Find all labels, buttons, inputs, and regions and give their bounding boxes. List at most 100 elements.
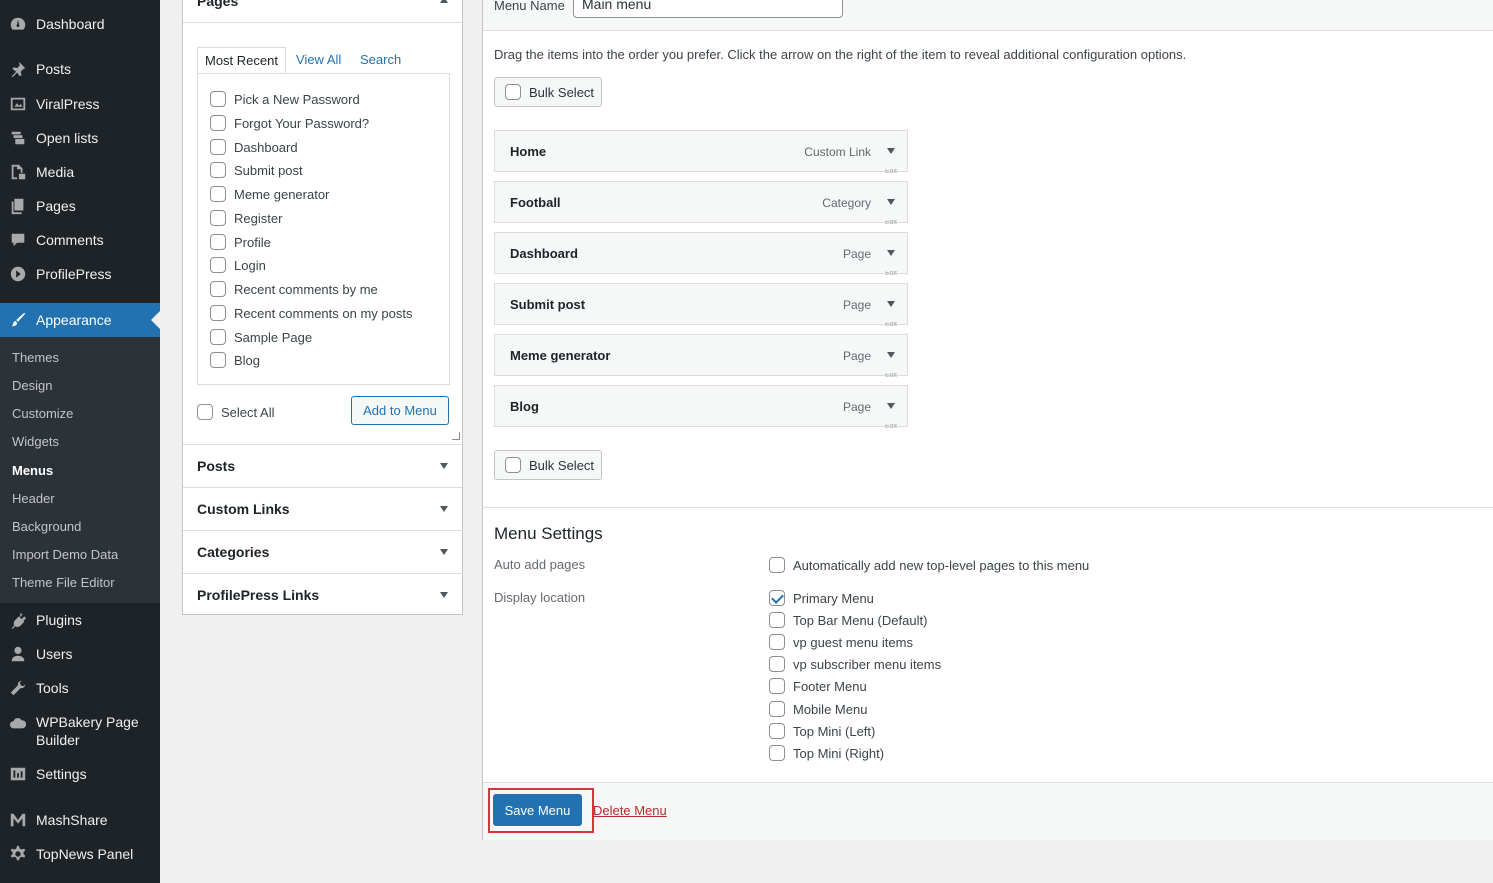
chevron-down-icon[interactable] (887, 352, 895, 358)
tab-most-recent[interactable]: Most Recent (197, 47, 286, 74)
submenu-item-widgets[interactable]: Widgets (12, 434, 59, 449)
sidebar-item-pages[interactable]: Pages (0, 196, 160, 216)
submenu-item-themes[interactable]: Themes (12, 350, 59, 365)
page-checkbox[interactable] (210, 162, 226, 178)
location-mobile-menu[interactable]: Mobile Menu (769, 701, 867, 717)
sidebar-item-mashshare[interactable]: MashShare (0, 810, 160, 830)
chevron-down-icon[interactable] (887, 301, 895, 307)
location-checkbox[interactable] (769, 723, 785, 739)
sidebar-item-profilepress[interactable]: ProfilePress (0, 264, 160, 284)
resize-handle-icon[interactable] (452, 432, 460, 440)
submenu-item-design[interactable]: Design (12, 378, 52, 393)
location-checkbox[interactable] (769, 701, 785, 717)
page-checkbox[interactable] (210, 305, 226, 321)
chevron-down-icon[interactable] (887, 250, 895, 256)
chevron-down-icon[interactable] (887, 148, 895, 154)
location-top-mini-left[interactable]: Top Mini (Left) (769, 723, 875, 739)
location-vp-subscriber-menu[interactable]: vp subscriber menu items (769, 656, 941, 672)
collapse-arrow-icon[interactable] (440, 0, 448, 3)
chevron-down-icon[interactable] (887, 199, 895, 205)
page-checkbox[interactable] (210, 257, 226, 273)
page-checkbox[interactable] (210, 281, 226, 297)
page-checkbox[interactable] (210, 186, 226, 202)
bulk-select-checkbox[interactable] (505, 84, 521, 100)
list-item[interactable]: Recent comments by me (210, 281, 378, 297)
list-item[interactable]: Login (210, 257, 266, 273)
sidebar-item-wpbakery[interactable]: WPBakery Page Builder (0, 713, 160, 751)
sidebar-item-posts[interactable]: Posts (0, 59, 160, 79)
submenu-item-menus[interactable]: Menus (12, 463, 53, 478)
delete-menu-link[interactable]: Delete Menu (593, 803, 667, 818)
submenu-item-import-demo-data[interactable]: Import Demo Data (12, 547, 118, 562)
save-menu-button[interactable]: Save Menu (493, 794, 582, 826)
sidebar-item-users[interactable]: Users (0, 644, 160, 664)
display-location-label: Display location (494, 590, 586, 605)
page-checkbox[interactable] (210, 139, 226, 155)
list-item[interactable]: Submit post (210, 162, 303, 178)
list-item[interactable]: Recent comments on my posts (210, 305, 412, 321)
list-item[interactable]: Sample Page (210, 329, 312, 345)
menu-item-row[interactable]: Meme generator Page Edit (494, 334, 908, 377)
tab-search[interactable]: Search (360, 47, 401, 74)
location-checkbox[interactable] (769, 612, 785, 628)
sidebar-item-appearance[interactable]: Appearance (0, 303, 160, 337)
location-checkbox[interactable] (769, 656, 785, 672)
add-to-menu-button[interactable]: Add to Menu (351, 396, 449, 425)
page-checkbox[interactable] (210, 210, 226, 226)
sidebar-item-settings[interactable]: Settings (0, 764, 160, 784)
location-checkbox[interactable] (769, 590, 785, 606)
list-item[interactable]: Blog (210, 352, 260, 368)
auto-add-option[interactable]: Automatically add new top-level pages to… (769, 557, 1089, 573)
list-item[interactable]: Forgot Your Password? (210, 115, 369, 131)
menu-item-row[interactable]: Dashboard Page Edit (494, 232, 908, 275)
location-checkbox[interactable] (769, 745, 785, 761)
menu-name-input[interactable] (573, 0, 843, 18)
menu-item-row[interactable]: Home Custom Link Edit (494, 130, 908, 173)
page-checkbox[interactable] (210, 234, 226, 250)
location-footer-menu[interactable]: Footer Menu (769, 678, 867, 694)
sidebar-item-topnews-panel[interactable]: TopNews Panel (0, 844, 160, 864)
accordion-profilepress-links[interactable]: ProfilePress Links (183, 573, 462, 616)
list-item[interactable]: Register (210, 210, 282, 226)
auto-add-checkbox[interactable] (769, 557, 785, 573)
sidebar-item-media[interactable]: Media (0, 162, 160, 182)
bulk-select-button-bottom[interactable]: Bulk Select (494, 450, 602, 480)
accordion-posts[interactable]: Posts (183, 444, 462, 487)
list-item[interactable]: Pick a New Password (210, 91, 360, 107)
page-checkbox[interactable] (210, 91, 226, 107)
page-checkbox[interactable] (210, 352, 226, 368)
select-all-checkbox[interactable] (197, 404, 213, 420)
pages-box-title[interactable]: Pages (197, 0, 238, 9)
bulk-select-checkbox[interactable] (505, 457, 521, 473)
sidebar-item-plugins[interactable]: Plugins (0, 610, 160, 630)
bulk-select-button[interactable]: Bulk Select (494, 77, 602, 107)
tab-view-all[interactable]: View All (296, 47, 341, 74)
sidebar-item-open-lists[interactable]: Open lists (0, 128, 160, 148)
location-checkbox[interactable] (769, 634, 785, 650)
list-item[interactable]: Profile (210, 234, 271, 250)
menu-item-row[interactable]: Blog Page Edit (494, 385, 908, 428)
list-item[interactable]: Meme generator (210, 186, 329, 202)
location-top-bar-menu[interactable]: Top Bar Menu (Default) (769, 612, 927, 628)
select-all[interactable]: Select All (197, 404, 274, 420)
list-item[interactable]: Dashboard (210, 139, 298, 155)
accordion-custom-links[interactable]: Custom Links (183, 487, 462, 530)
sidebar-item-dashboard[interactable]: Dashboard (0, 14, 160, 34)
submenu-item-background[interactable]: Background (12, 519, 81, 534)
accordion-categories[interactable]: Categories (183, 530, 462, 573)
menu-item-row[interactable]: Football Category Edit (494, 181, 908, 224)
sidebar-item-tools[interactable]: Tools (0, 678, 160, 698)
submenu-item-header[interactable]: Header (12, 491, 55, 506)
location-checkbox[interactable] (769, 678, 785, 694)
page-checkbox[interactable] (210, 115, 226, 131)
submenu-item-customize[interactable]: Customize (12, 406, 73, 421)
submenu-item-theme-file-editor[interactable]: Theme File Editor (12, 575, 115, 590)
chevron-down-icon[interactable] (887, 403, 895, 409)
sidebar-item-comments[interactable]: Comments (0, 230, 160, 250)
location-vp-guest-menu[interactable]: vp guest menu items (769, 634, 913, 650)
page-checkbox[interactable] (210, 329, 226, 345)
sidebar-item-viralpress[interactable]: ViralPress (0, 94, 160, 114)
menu-item-row[interactable]: Submit post Page Edit (494, 283, 908, 326)
location-top-mini-right[interactable]: Top Mini (Right) (769, 745, 884, 761)
location-primary-menu[interactable]: Primary Menu (769, 590, 874, 606)
